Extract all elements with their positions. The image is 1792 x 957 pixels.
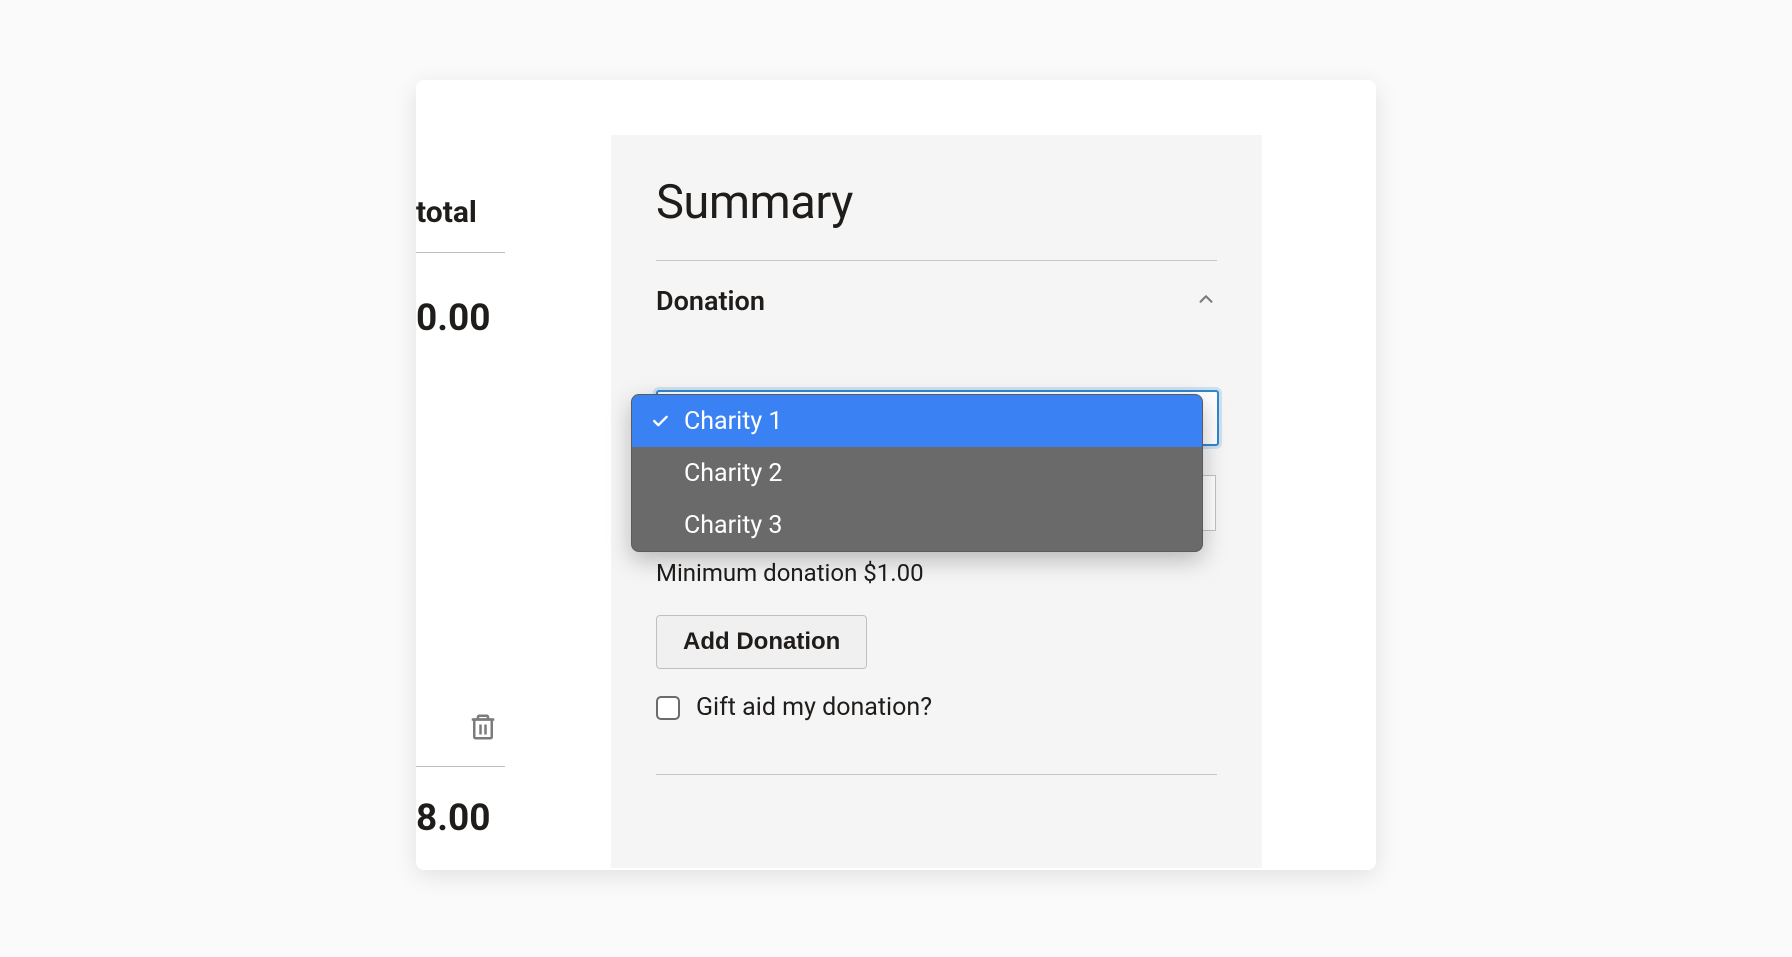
divider — [656, 774, 1217, 775]
dropdown-option-charity-2[interactable]: Charity 2 — [632, 447, 1202, 499]
giftaid-checkbox[interactable] — [656, 696, 680, 720]
chevron-up-icon — [1195, 288, 1217, 314]
trash-icon[interactable] — [468, 710, 498, 748]
summary-title: Summary — [656, 175, 1217, 230]
grand-total-amount: 8.00 — [416, 797, 611, 840]
add-donation-button[interactable]: Add Donation — [656, 615, 867, 669]
dropdown-option-charity-3[interactable]: Charity 3 — [632, 499, 1202, 551]
donation-label: Donation — [656, 285, 765, 317]
checkout-card: total 0.00 8.00 Summary Donation — [416, 80, 1376, 870]
dropdown-option-label: Charity 2 — [684, 459, 782, 488]
summary-panel: Summary Donation $1.00 Minimum donation … — [611, 135, 1262, 868]
donation-header[interactable]: Donation — [656, 285, 1217, 317]
charity-dropdown-menu: Charity 1 Charity 2 Charity 3 — [631, 394, 1203, 552]
giftaid-label: Gift aid my donation? — [696, 693, 932, 722]
dropdown-option-label: Charity 1 — [684, 407, 782, 436]
giftaid-row: Gift aid my donation? — [656, 693, 1217, 722]
total-label: total — [416, 195, 611, 230]
check-icon — [650, 411, 678, 431]
divider — [416, 252, 505, 253]
divider — [416, 766, 505, 767]
dropdown-option-charity-1[interactable]: Charity 1 — [632, 395, 1202, 447]
left-column: total 0.00 8.00 — [416, 80, 611, 870]
line-total-amount: 0.00 — [416, 297, 611, 340]
minimum-donation-text: Minimum donation $1.00 — [656, 559, 1217, 587]
trash-row — [416, 710, 611, 748]
divider — [656, 260, 1217, 261]
dropdown-option-label: Charity 3 — [684, 511, 782, 540]
